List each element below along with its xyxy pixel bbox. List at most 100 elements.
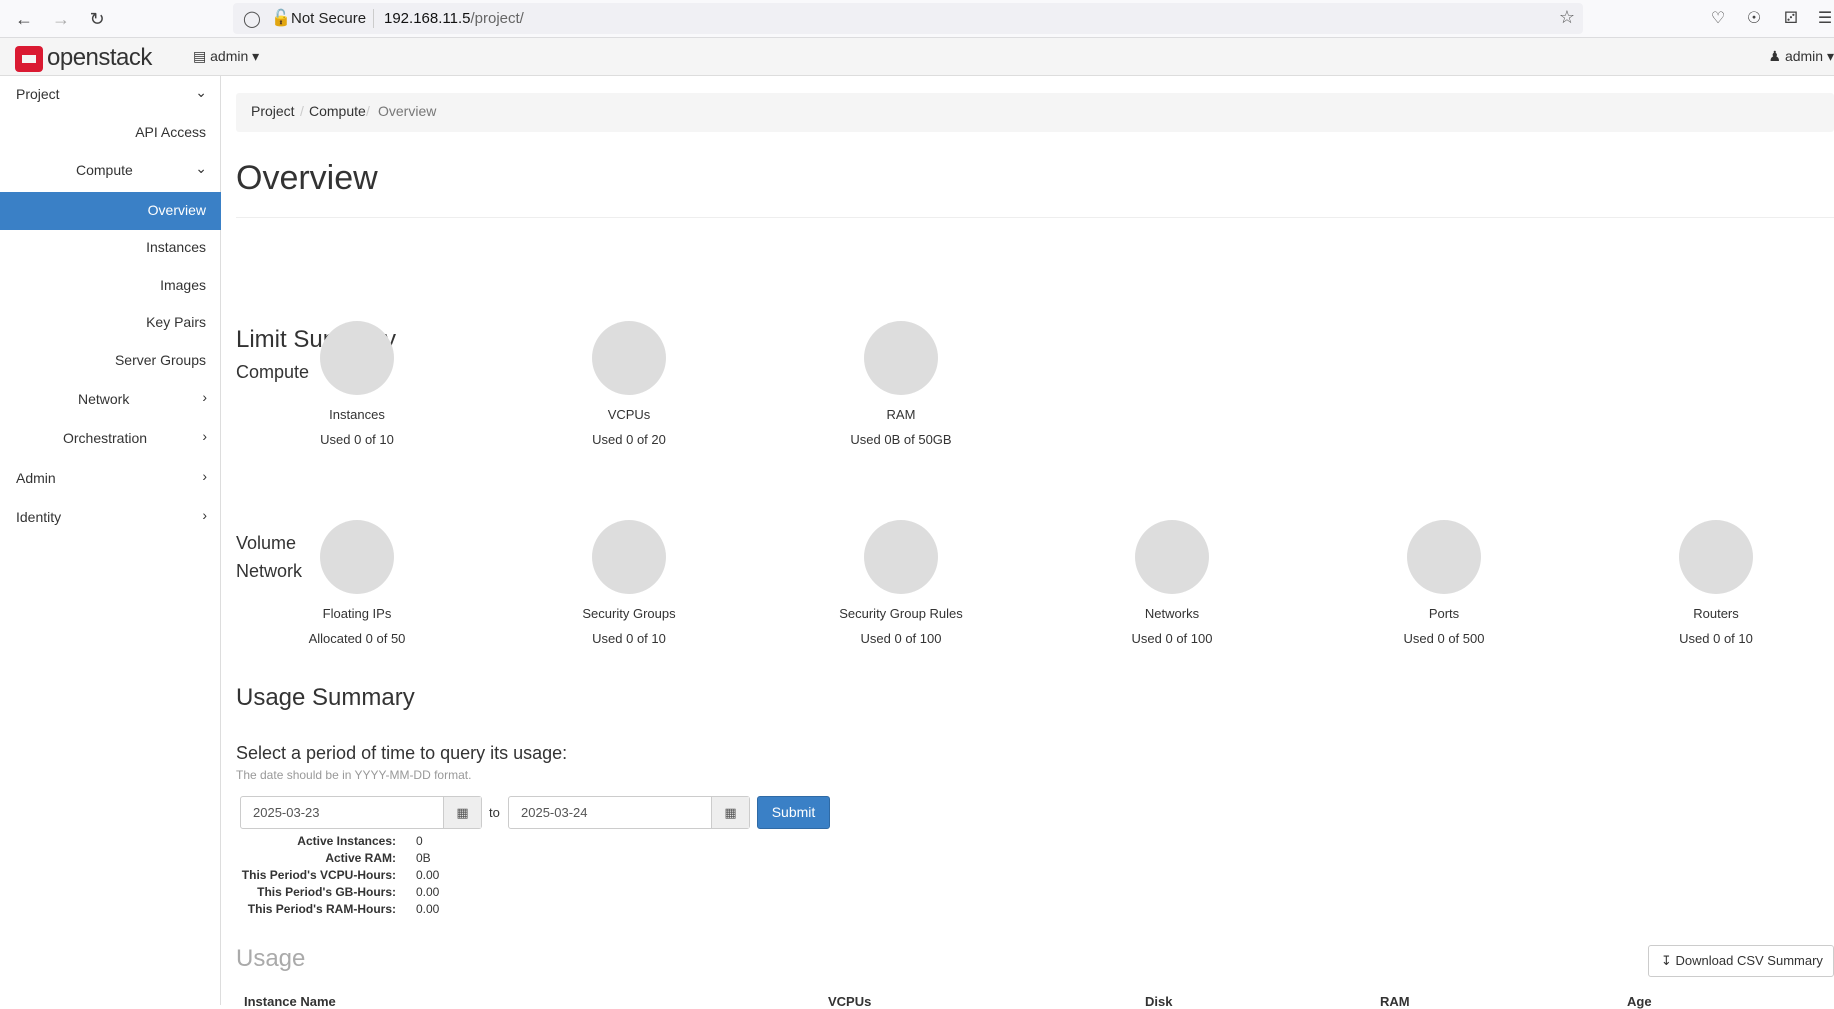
pie-usage: Used 0 of 20 bbox=[592, 432, 666, 447]
stat-key: This Period's RAM-Hours: bbox=[247, 902, 396, 916]
sidebar-item-label: Identity bbox=[16, 509, 62, 525]
chevron-down-icon: ⌄ bbox=[195, 84, 207, 100]
security-status-text: Not Secure bbox=[291, 10, 367, 27]
sidebar-item-key-pairs[interactable]: Key Pairs bbox=[0, 304, 221, 342]
download-icon: ↧ bbox=[1661, 953, 1672, 968]
sidebar-item-images[interactable]: Images bbox=[0, 267, 221, 305]
limit-pie-security-group-rules: Security Group Rules Used 0 of 100 bbox=[796, 520, 1006, 646]
pie-usage: Used 0 of 100 bbox=[860, 631, 942, 646]
pie-label: Ports bbox=[1428, 606, 1460, 621]
openstack-header: openstack ▤ admin ▾ ♟ admin ▾ bbox=[0, 38, 1834, 76]
stat-key: This Period's GB-Hours: bbox=[257, 885, 396, 899]
breadcrumb-project[interactable]: Project bbox=[251, 103, 295, 119]
download-csv-button[interactable]: ↧ Download CSV Summary bbox=[1648, 945, 1834, 977]
sidebar-item-instances[interactable]: Instances bbox=[0, 229, 221, 267]
date-format-help: The date should be in YYYY-MM-DD format. bbox=[236, 768, 472, 782]
start-date-input[interactable]: 2025-03-23 ▦ bbox=[240, 796, 482, 829]
submit-button[interactable]: Submit bbox=[757, 796, 830, 829]
pie-chart bbox=[864, 321, 938, 395]
reload-icon[interactable]: ↻ bbox=[85, 7, 109, 31]
extensions-icon[interactable]: ⚂ bbox=[1779, 7, 1803, 31]
address-bar[interactable]: ◯ 🔓 Not Secure 192.168.11.5/project/ ☆ bbox=[233, 3, 1583, 34]
end-date-value: 2025-03-24 bbox=[521, 805, 588, 820]
breadcrumb-separator: / bbox=[300, 103, 304, 119]
sidebar: Project ⌄ API Access Compute ⌄ Overview … bbox=[0, 76, 221, 1005]
sidebar-item-label: Images bbox=[160, 277, 206, 293]
pie-usage: Allocated 0 of 50 bbox=[308, 631, 406, 646]
column-header-disk[interactable]: Disk bbox=[1145, 994, 1172, 1009]
pocket-icon[interactable]: ♡ bbox=[1706, 7, 1730, 31]
pie-label: Floating IPs bbox=[322, 606, 392, 621]
url-host: 192.168.11.5 bbox=[384, 10, 471, 27]
openstack-logo-icon[interactable] bbox=[15, 46, 43, 72]
pie-label: Networks bbox=[1144, 606, 1200, 621]
page-title: Overview bbox=[236, 159, 378, 197]
query-period-label: Select a period of time to query its usa… bbox=[236, 743, 568, 763]
pie-usage: Used 0 of 100 bbox=[1131, 631, 1213, 646]
column-header-age[interactable]: Age bbox=[1627, 994, 1652, 1009]
divider bbox=[236, 217, 1834, 218]
brand-name[interactable]: openstack bbox=[47, 44, 152, 72]
urlbar-divider bbox=[373, 9, 374, 28]
project-selector-label: admin bbox=[210, 48, 249, 64]
sidebar-item-label: Orchestration bbox=[63, 430, 148, 446]
calendar-icon[interactable]: ▦ bbox=[711, 797, 749, 828]
download-csv-label: Download CSV Summary bbox=[1675, 953, 1823, 968]
calendar-icon[interactable]: ▦ bbox=[443, 797, 481, 828]
sidebar-item-admin[interactable]: Admin › bbox=[0, 460, 221, 498]
sidebar-item-project[interactable]: Project ⌄ bbox=[0, 76, 221, 114]
pie-chart bbox=[592, 520, 666, 594]
caret-down-icon: ▾ bbox=[252, 48, 260, 64]
browser-toolbar: ← → ↻ ◯ 🔓 Not Secure 192.168.11.5/projec… bbox=[0, 0, 1834, 38]
pie-label: RAM bbox=[886, 407, 916, 422]
breadcrumb: Project / Compute / Overview bbox=[236, 93, 1834, 132]
pie-usage: Used 0 of 10 bbox=[1679, 631, 1753, 646]
shield-icon[interactable]: ◯ bbox=[243, 9, 261, 29]
stat-key: Active Instances: bbox=[297, 834, 396, 848]
sidebar-item-label: Network bbox=[78, 391, 130, 407]
usage-summary-heading: Usage Summary bbox=[236, 684, 415, 711]
insecure-lock-icon[interactable]: 🔓 bbox=[271, 8, 291, 28]
chevron-right-icon: › bbox=[202, 468, 207, 484]
account-icon[interactable]: ☉ bbox=[1742, 7, 1766, 31]
pie-label: VCPUs bbox=[607, 407, 651, 422]
column-header-instance-name[interactable]: Instance Name bbox=[244, 994, 336, 1009]
pie-usage: Used 0B of 50GB bbox=[850, 432, 952, 447]
back-arrow-icon[interactable]: ← bbox=[12, 7, 36, 31]
end-date-input[interactable]: 2025-03-24 ▦ bbox=[508, 796, 750, 829]
breadcrumb-compute[interactable]: Compute bbox=[309, 103, 366, 119]
bookmark-star-icon[interactable]: ☆ bbox=[1559, 7, 1575, 28]
sidebar-item-label: API Access bbox=[135, 124, 206, 140]
sidebar-item-identity[interactable]: Identity › bbox=[0, 499, 221, 537]
sidebar-item-api-access[interactable]: API Access bbox=[0, 114, 221, 152]
menu-icon[interactable]: ☰ bbox=[1813, 7, 1834, 31]
pie-label: Routers bbox=[1693, 606, 1739, 621]
caret-down-icon: ▾ bbox=[1826, 48, 1834, 64]
stat-key: Active RAM: bbox=[325, 851, 396, 865]
user-menu[interactable]: ♟ admin ▾ bbox=[1768, 48, 1834, 65]
project-selector[interactable]: ▤ admin ▾ bbox=[193, 48, 259, 65]
pie-chart bbox=[1135, 520, 1209, 594]
pie-chart bbox=[864, 520, 938, 594]
chevron-right-icon: › bbox=[202, 389, 207, 405]
sidebar-item-compute[interactable]: Compute ⌄ bbox=[0, 152, 221, 190]
column-header-vcpus[interactable]: VCPUs bbox=[828, 994, 871, 1009]
pie-label: Security Group Rules bbox=[839, 606, 963, 621]
limit-pie-ports: Ports Used 0 of 500 bbox=[1339, 520, 1549, 646]
limit-pie-security-groups: Security Groups Used 0 of 10 bbox=[524, 520, 734, 646]
pie-label: Security Groups bbox=[582, 606, 676, 621]
chevron-right-icon: › bbox=[202, 507, 207, 523]
forward-arrow-icon[interactable]: → bbox=[49, 7, 73, 31]
sidebar-item-network[interactable]: Network › bbox=[0, 381, 221, 419]
stat-value: 0B bbox=[416, 851, 431, 865]
stat-value: 0.00 bbox=[416, 868, 440, 882]
sidebar-item-server-groups[interactable]: Server Groups bbox=[0, 342, 221, 380]
main-content: Project / Compute / Overview Overview Li… bbox=[236, 76, 1834, 1009]
sidebar-item-overview[interactable]: Overview bbox=[0, 192, 221, 230]
sidebar-item-label: Instances bbox=[146, 239, 206, 255]
pie-chart bbox=[320, 321, 394, 395]
sidebar-item-orchestration[interactable]: Orchestration › bbox=[0, 420, 221, 458]
column-header-ram[interactable]: RAM bbox=[1380, 994, 1410, 1009]
pie-label: Instances bbox=[329, 407, 385, 422]
url-text[interactable]: 192.168.11.5/project/ bbox=[384, 10, 524, 27]
